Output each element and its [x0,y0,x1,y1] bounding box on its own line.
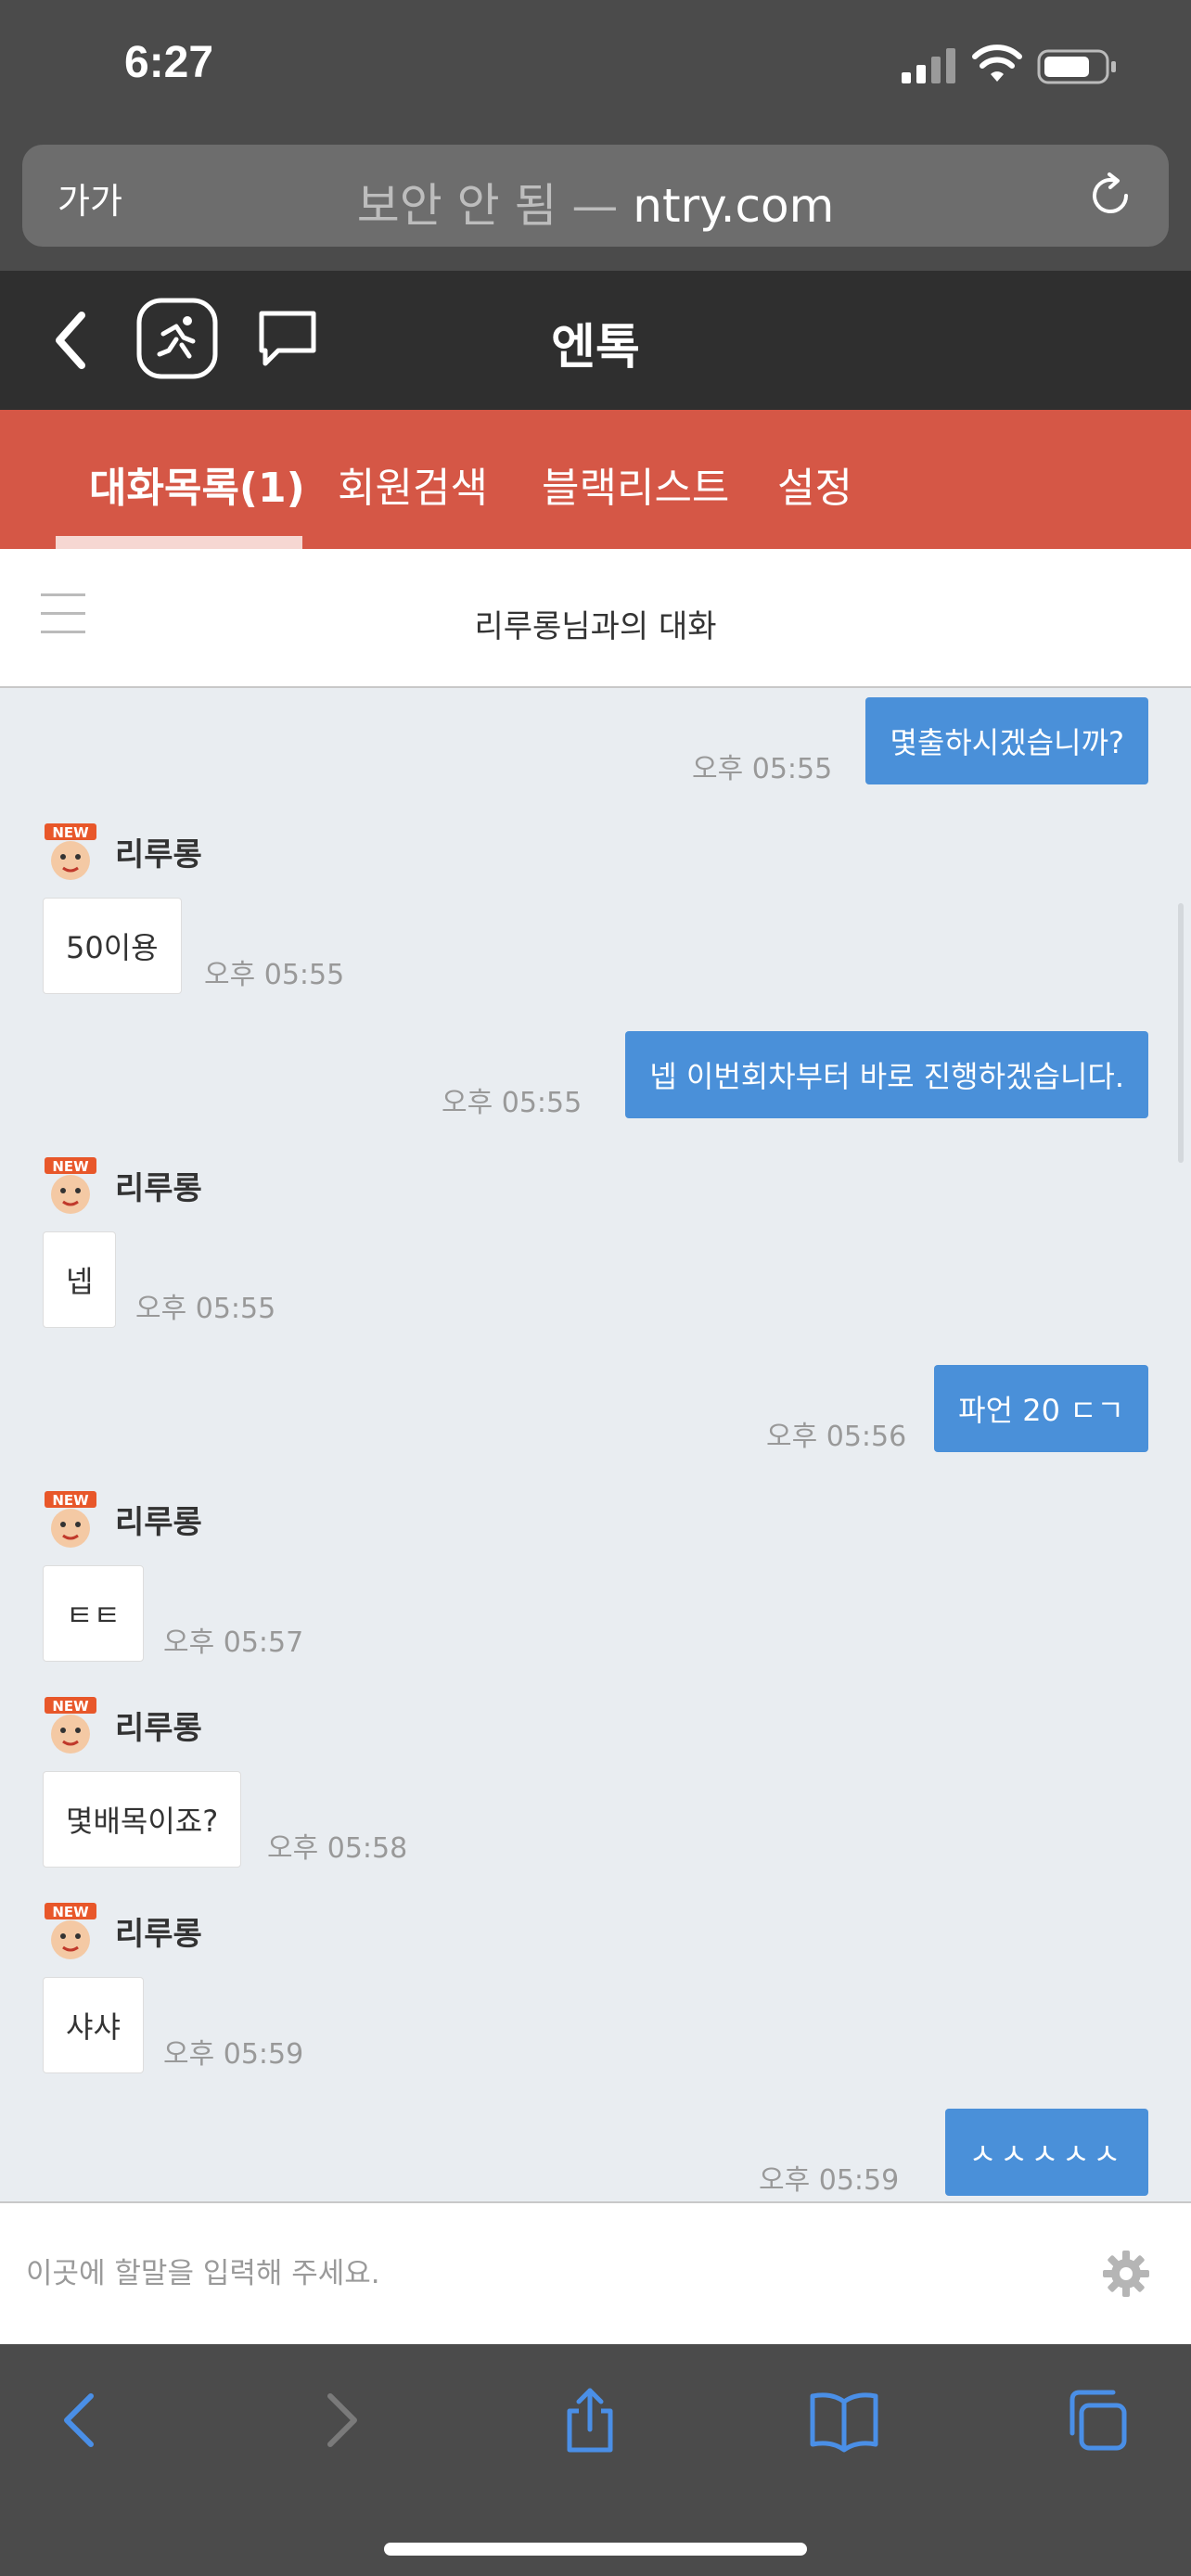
sender-name: 리루롱 [115,1916,202,1953]
tab-bar: 대화목록(1) 회원검색 블랙리스트 설정 [0,410,1191,549]
home-indicator [384,2543,807,2556]
svg-text:NEW: NEW [52,1492,89,1509]
chat-messages[interactable]: 오후 05:55 몇출하시겠습니까? NEW 리루롱 50이용 오후 05:55… [0,690,1191,2201]
sent-message[interactable]: 넵 이번회차부터 바로 진행하겠습니다. [625,1031,1148,1118]
browser-back-icon[interactable] [48,2387,115,2454]
tab-member-search[interactable]: 회원검색 [338,454,488,514]
tabs-icon[interactable] [1063,2387,1130,2454]
status-bar: 6:27 [0,0,1191,137]
svg-text:NEW: NEW [52,824,89,841]
status-time: 6:27 [124,38,214,87]
tab-blacklist[interactable]: 블랙리스트 [542,454,729,514]
message-time: 오후 05:59 [163,2038,304,2071]
message-time: 오후 05:59 [759,2164,900,2197]
message-time: 오후 05:55 [692,753,833,785]
tab-settings[interactable]: 설정 [777,454,852,514]
gear-icon[interactable] [1102,2250,1150,2298]
active-tab-indicator [56,536,302,549]
message-input[interactable] [26,2246,1065,2302]
security-warning: 보안 안 됨 — [356,179,619,233]
sent-message[interactable]: 몇출하시겠습니까? [865,697,1148,784]
message-time: 오후 05:55 [135,1293,276,1325]
reload-icon[interactable] [1085,171,1135,221]
avatar-icon: NEW [45,1491,96,1548]
received-message[interactable]: 넵 [43,1231,117,1328]
share-icon[interactable] [557,2387,623,2454]
svg-text:NEW: NEW [52,1698,89,1715]
cellular-signal-icon [902,48,955,83]
conversation-title: 리루롱님과의 대화 [474,608,717,645]
browser-address-area: 가가 보안 안 됨 — ntry.com [0,137,1191,271]
sender-name: 리루롱 [115,836,202,874]
avatar-icon: NEW [45,1697,96,1753]
avatar-icon: NEW [45,1903,96,1959]
app-title: 엔톡 [551,320,640,376]
received-message[interactable]: 샤샤 [43,1977,144,2073]
conversation-header: 리루롱님과의 대화 [0,549,1191,688]
sent-message[interactable]: 파언 20 ㄷㄱ [934,1365,1148,1452]
url-display[interactable]: 보안 안 됨 — ntry.com [22,169,1169,236]
wifi-icon [972,45,1022,82]
scrollbar[interactable] [1178,903,1184,1163]
app-header: 엔톡 [0,271,1191,410]
sender-name: 리루롱 [115,1710,202,1747]
tab-chat-list[interactable]: 대화목록(1) [89,454,305,514]
received-message[interactable]: 50이용 [43,898,182,994]
received-message[interactable]: 몇배목이죠? [43,1771,242,1868]
url-domain: ntry.com [633,179,835,233]
message-time: 오후 05:56 [766,1421,907,1453]
browser-forward-icon[interactable] [306,2387,373,2454]
sent-message[interactable]: ㅅㅅㅅㅅㅅ [944,2109,1148,2196]
message-time: 오후 05:55 [442,1087,583,1119]
message-time: 오후 05:57 [163,1626,304,1659]
avatar-icon: NEW [45,823,96,880]
svg-text:NEW: NEW [52,1904,89,1920]
svg-text:NEW: NEW [52,1158,89,1175]
message-time: 오후 05:58 [267,1832,408,1865]
message-time: 오후 05:55 [204,959,345,991]
received-message[interactable]: ㅌㅌ [43,1565,144,1662]
battery-icon [1037,49,1116,84]
message-input-bar [0,2201,1191,2344]
avatar-icon: NEW [45,1157,96,1214]
browser-toolbar [0,2344,1191,2576]
sender-name: 리루롱 [115,1170,202,1207]
sender-name: 리루롱 [115,1504,202,1541]
address-bar[interactable]: 가가 보안 안 됨 — ntry.com [22,145,1169,247]
bookmarks-icon[interactable] [809,2387,879,2454]
